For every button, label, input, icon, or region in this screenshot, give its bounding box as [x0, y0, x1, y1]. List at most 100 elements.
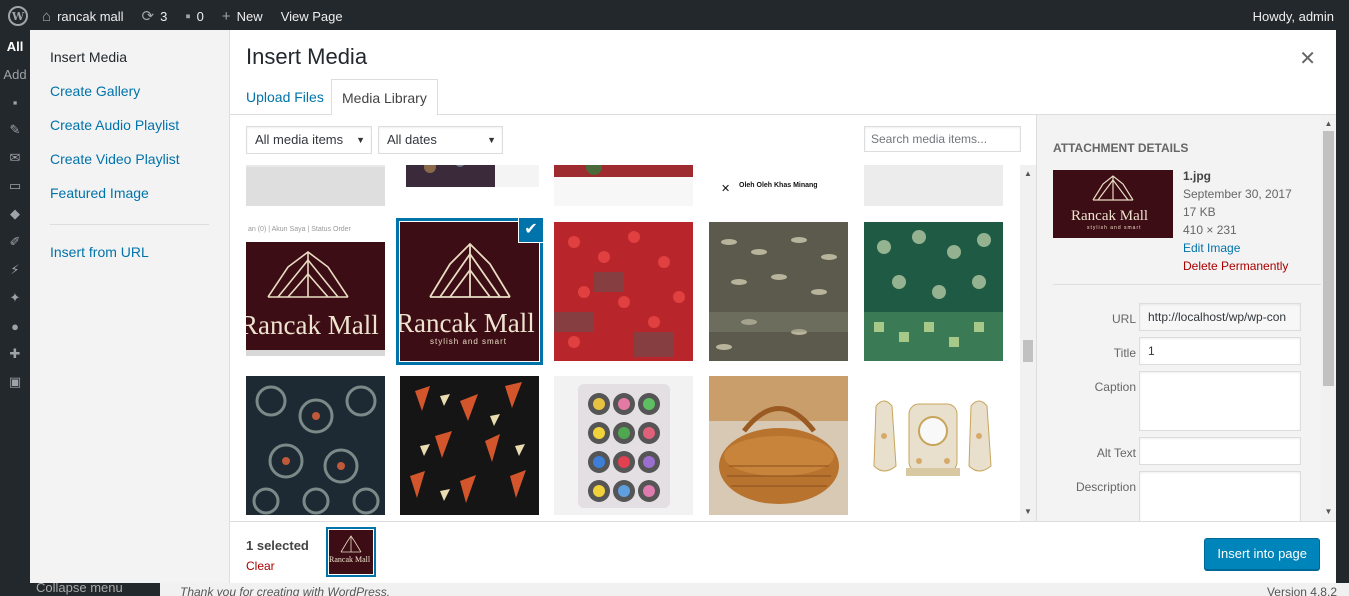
comment-menu-icon[interactable]: ▪ — [0, 88, 30, 116]
pin-menu-icon[interactable]: ✎ — [0, 116, 30, 144]
scrollbar-thumb[interactable] — [1023, 340, 1033, 362]
attachment-thumb[interactable] — [709, 376, 848, 515]
attachment-thumb[interactable] — [400, 165, 539, 206]
close-icon[interactable]: ✕ — [1299, 46, 1316, 71]
attachment-preview: Rancak Mall stylish and smart — [1053, 170, 1173, 238]
clear-selection-link[interactable]: Clear — [246, 559, 275, 573]
tools-menu-icon[interactable]: ✦ — [0, 284, 30, 312]
media-toolbar: All media items ▼ All dates ▼ Search media… — [230, 115, 1036, 165]
box-menu-icon[interactable]: ◆ — [0, 200, 30, 228]
brush-menu-icon[interactable]: ✐ — [0, 228, 30, 256]
media-date-filter[interactable]: All dates ▼ — [378, 126, 503, 154]
thumb-image — [400, 165, 539, 206]
attachment-details-sidebar: ATTACHMENT DETAILS Rancak Mall stylish a… — [1036, 115, 1336, 521]
scroll-down-icon[interactable]: ▼ — [1321, 505, 1336, 519]
tab-upload-files[interactable]: Upload Files — [236, 79, 334, 115]
edit-image-link[interactable]: Edit Image — [1183, 239, 1292, 257]
attachment-thumb[interactable]: Rancak Mall an (0) | Akun Saya | Status … — [246, 222, 385, 361]
admin-menu-top-label[interactable]: All — [0, 32, 30, 60]
grid-scrollbar[interactable]: ▲ ▼ — [1020, 165, 1036, 521]
screenshot-nav-item: an (0) — [248, 226, 267, 233]
attachment-thumb[interactable] — [554, 222, 693, 361]
scroll-up-icon[interactable]: ▲ — [1020, 167, 1036, 181]
new-content-link[interactable]: + New — [222, 8, 263, 25]
search-input[interactable]: Search media items... — [864, 126, 1021, 152]
sidebar-scrollbar[interactable]: ▲ ▼ — [1321, 115, 1336, 521]
caption-field[interactable] — [1139, 371, 1301, 431]
attachment-thumb[interactable] — [864, 222, 1003, 361]
checkmark-icon[interactable]: ✔ — [519, 218, 543, 242]
logo-tagline-text: stylish and smart — [1087, 225, 1142, 231]
selected-attachment-thumb[interactable]: Rancak Mall — [329, 530, 373, 574]
updates-icon: ⟳ — [141, 8, 155, 25]
attachments-grid: ✕ Oleh Oleh Khas Minang Rancak Mall an (… — [230, 165, 1020, 521]
plugin-menu-icon[interactable]: ⚡ — [0, 256, 30, 284]
scroll-up-icon[interactable]: ▲ — [1321, 117, 1336, 131]
alt-text-field[interactable] — [1139, 437, 1301, 465]
media-frame: Insert Media ✕ Upload Files Media Librar… — [230, 30, 1336, 583]
scroll-down-icon[interactable]: ▼ — [1020, 505, 1036, 519]
admin-bar: W ⌂ rancak mall ⟳ 3 ▪ 0 + New View Page Howd… — [0, 0, 1349, 32]
view-page-link[interactable]: View Page — [281, 9, 343, 24]
attachment-thumb[interactable] — [554, 376, 693, 515]
chevron-down-icon: ▼ — [356, 135, 365, 145]
view-page-label: View Page — [280, 8, 343, 24]
attachment-details-heading: ATTACHMENT DETAILS — [1053, 141, 1189, 155]
wrench-menu-icon[interactable]: ✚ — [0, 340, 30, 368]
url-label: URL — [1111, 312, 1136, 326]
attachment-thumb[interactable] — [246, 165, 385, 206]
delete-permanently-link[interactable]: Delete Permanently — [1183, 257, 1292, 275]
menu-insert-media[interactable]: Insert Media — [30, 46, 229, 80]
attachment-thumb-selected[interactable]: Rancak Mall stylish and smart ✔ — [400, 218, 543, 361]
comments-count: 0 — [196, 8, 204, 24]
wordpress-logo-icon[interactable]: W — [8, 6, 28, 26]
mail-menu-icon[interactable]: ✉ — [0, 144, 30, 172]
users-menu-icon[interactable]: ● — [0, 312, 30, 340]
thumb-image — [709, 376, 848, 515]
title-field[interactable]: 1 — [1139, 337, 1301, 365]
media-type-filter[interactable]: All media items ▼ — [246, 126, 372, 154]
collapse-menu[interactable]: Collapse menu — [30, 583, 160, 596]
attachment-date: September 30, 2017 — [1183, 187, 1292, 201]
settings-menu-icon[interactable]: ▣ — [0, 368, 30, 396]
screenshot-nav: an (0) | Akun Saya | Status Order — [248, 226, 351, 233]
menu-create-gallery[interactable]: Create Gallery — [30, 80, 229, 114]
attachment-thumb[interactable] — [554, 165, 693, 206]
attachment-thumb[interactable]: ✕ Oleh Oleh Khas Minang — [709, 165, 848, 206]
menu-create-audio-playlist[interactable]: Create Audio Playlist — [30, 114, 229, 148]
description-field[interactable] — [1139, 471, 1301, 521]
site-name-link[interactable]: ⌂ rancak mall — [42, 8, 124, 25]
site-name: rancak mall — [57, 8, 124, 24]
thumb-image — [709, 222, 848, 361]
thumb-image — [864, 376, 1003, 515]
url-field[interactable]: http://localhost/wp/wp-con — [1139, 303, 1301, 331]
attachment-thumb[interactable] — [400, 376, 539, 515]
media-menu: Insert Media Create Gallery Create Audio… — [30, 30, 230, 583]
thumb-image — [864, 222, 1003, 361]
menu-create-video-playlist[interactable]: Create Video Playlist — [30, 148, 229, 182]
woo-menu-icon[interactable]: ▭ — [0, 172, 30, 200]
alt-text-label: Alt Text — [1096, 446, 1136, 460]
insert-into-page-button[interactable]: Insert into page — [1204, 538, 1320, 570]
media-router: Upload Files Media Library — [230, 79, 1336, 116]
updates-link[interactable]: ⟳ 3 — [142, 7, 168, 25]
attachment-thumb[interactable] — [246, 376, 385, 515]
howdy-account[interactable]: Howdy, admin — [1253, 9, 1334, 24]
attachment-thumb[interactable] — [864, 165, 1003, 206]
attachment-thumb[interactable] — [709, 222, 848, 361]
thumb-image — [246, 376, 385, 515]
admin-footer: Thank you for creating with WordPress. V… — [160, 583, 1349, 596]
attachment-dimensions: 410 × 231 — [1183, 223, 1237, 237]
comments-link[interactable]: ▪ 0 — [185, 8, 204, 25]
menu-featured-image[interactable]: Featured Image — [30, 182, 229, 216]
footer-thanks: Thank you for creating with WordPress. — [180, 585, 391, 596]
thumb-image: Rancak Mall stylish and smart — [400, 222, 539, 361]
admin-menu-sub-label[interactable]: Add — [0, 60, 30, 88]
menu-insert-from-url[interactable]: Insert from URL — [30, 241, 229, 275]
scrollbar-thumb[interactable] — [1323, 131, 1334, 386]
updates-count: 3 — [160, 8, 168, 24]
attachment-meta: 1.jpg September 30, 2017 17 KB 410 × 231… — [1183, 167, 1292, 275]
comment-icon: ▪ — [185, 7, 191, 25]
attachment-thumb[interactable] — [864, 376, 1003, 515]
tab-media-library[interactable]: Media Library — [331, 79, 438, 116]
